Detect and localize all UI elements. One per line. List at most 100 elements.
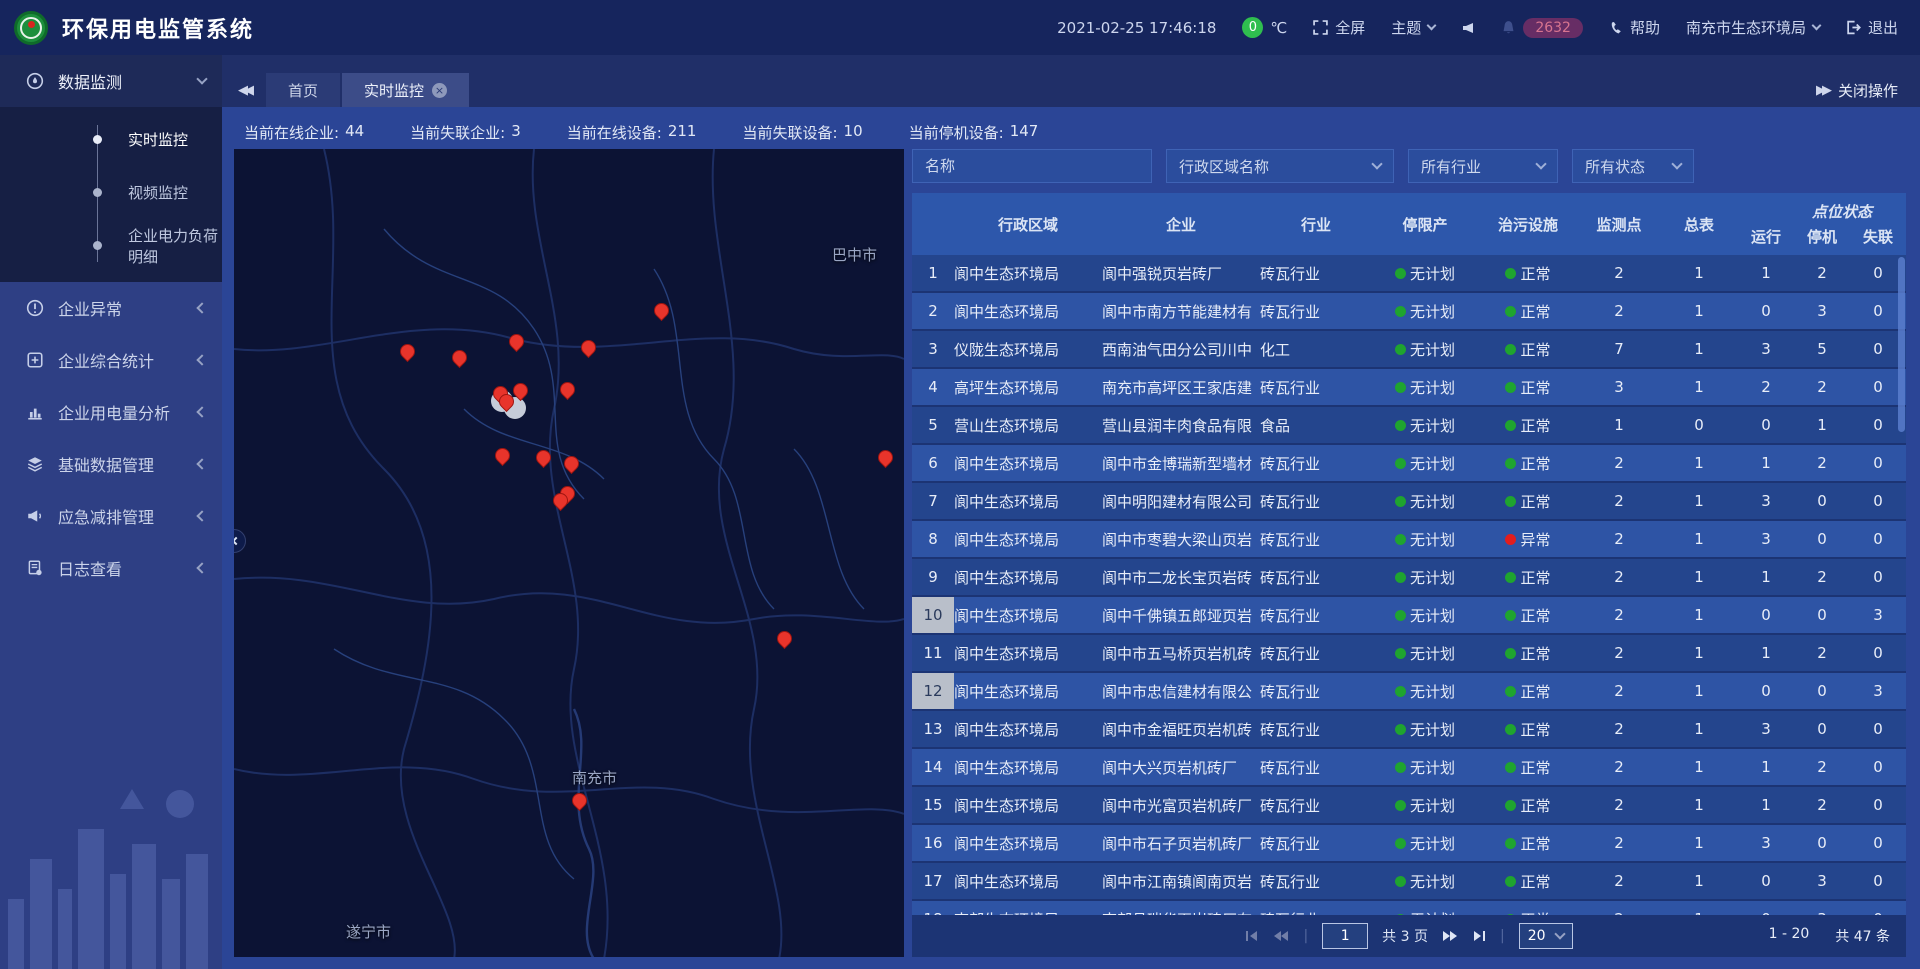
row-number: 2 — [912, 293, 954, 329]
cell-meters: 1 — [1660, 302, 1738, 320]
status-text: 正常 — [1520, 415, 1550, 436]
help-button[interactable]: 帮助 — [1609, 17, 1660, 38]
theme-menu[interactable]: 主题 — [1391, 17, 1435, 38]
cell-facility: 正常 — [1478, 757, 1578, 778]
tab-home[interactable]: 首页 — [266, 73, 340, 107]
sidebar-item-label: 企业用电量分析 — [58, 400, 198, 424]
table-row[interactable]: 3仪陇生态环境局西南油气田分公司川中化工无计划正常71350 — [912, 331, 1906, 369]
cell-seq: 18 — [912, 901, 954, 915]
cell-run: 0 — [1738, 302, 1794, 320]
next-page-button[interactable] — [1442, 930, 1458, 942]
row-number: 18 — [912, 901, 954, 915]
cell-lost: 0 — [1850, 454, 1906, 472]
tab-realtime-monitor[interactable]: 实时监控 × — [342, 73, 469, 107]
table-row[interactable]: 16阆中生态环境局阆中市石子页岩机砖厂砖瓦行业无计划正常21300 — [912, 825, 1906, 863]
table-row[interactable]: 6阆中生态环境局阆中市金博瑞新型墙材砖瓦行业无计划正常21120 — [912, 445, 1906, 483]
cell-stop: 0 — [1794, 682, 1850, 700]
row-number: 5 — [912, 407, 954, 443]
column-header-limit: 停限产 — [1372, 214, 1478, 235]
cell-points: 3 — [1578, 378, 1660, 396]
sidebar-item-log-view[interactable]: 日志查看 — [0, 542, 222, 594]
table-row[interactable]: 13阆中生态环境局阆中市金福旺页岩机砖砖瓦行业无计划正常21300 — [912, 711, 1906, 749]
cell-limit: 无计划 — [1372, 339, 1478, 360]
sidebar-item-power-analysis[interactable]: 企业用电量分析 — [0, 386, 222, 438]
cell-run: 2 — [1738, 378, 1794, 396]
sidebar-item-data-monitor[interactable]: 数据监测 — [0, 55, 222, 107]
table-row[interactable]: 1阆中生态环境局阆中强锐页岩砖厂砖瓦行业无计划正常21120 — [912, 255, 1906, 293]
last-page-button[interactable] — [1472, 930, 1486, 942]
sidebar-item-emergency-reduction[interactable]: 应急减排管理 — [0, 490, 222, 542]
cell-meters: 1 — [1660, 872, 1738, 890]
page-number-input[interactable]: 1 — [1322, 923, 1368, 949]
table-row[interactable]: 8阆中生态环境局阆中市枣碧大梁山页岩砖瓦行业无计划异常21300 — [912, 521, 1906, 559]
table-row[interactable]: 11阆中生态环境局阆中市五马桥页岩机砖砖瓦行业无计划正常21120 — [912, 635, 1906, 673]
table-row[interactable]: 9阆中生态环境局阆中市二龙长宝页岩砖砖瓦行业无计划正常21120 — [912, 559, 1906, 597]
cell-region: 阆中生态环境局 — [954, 491, 1102, 512]
cell-meters: 1 — [1660, 758, 1738, 776]
status-dot-icon — [1395, 496, 1406, 507]
prev-page-button[interactable] — [1273, 930, 1289, 942]
cell-company: 阆中市忠信建材有限公 — [1102, 681, 1260, 702]
cell-industry: 砖瓦行业 — [1260, 529, 1372, 550]
table-row[interactable]: 2阆中生态环境局阆中市南方节能建材有砖瓦行业无计划正常21030 — [912, 293, 1906, 331]
table-row[interactable]: 7阆中生态环境局阆中明阳建材有限公司砖瓦行业无计划正常21300 — [912, 483, 1906, 521]
sidebar-item-base-data[interactable]: 基础数据管理 — [0, 438, 222, 490]
sidebar-item-enterprise-abnormal[interactable]: 企业异常 — [0, 282, 222, 334]
page-size-select[interactable]: 20 — [1519, 923, 1573, 949]
status-text: 正常 — [1520, 339, 1550, 360]
table-row[interactable]: 4高坪生态环境局南充市高坪区王家店建砖瓦行业无计划正常31220 — [912, 369, 1906, 407]
status-select[interactable]: 所有状态 — [1572, 149, 1694, 183]
org-label: 南充市生态环境局 — [1686, 17, 1806, 38]
vertical-scrollbar[interactable] — [1898, 257, 1905, 432]
fullscreen-button[interactable]: 全屏 — [1313, 17, 1365, 38]
cell-limit: 无计划 — [1372, 377, 1478, 398]
status-dot-icon — [1505, 572, 1516, 583]
close-operations-button[interactable]: ▶▶ 关闭操作 — [1794, 73, 1920, 107]
industry-select[interactable]: 所有行业 — [1408, 149, 1558, 183]
stat-stopped-devices: 当前停机设备:147 — [909, 122, 1039, 143]
region-select[interactable]: 行政区域名称 — [1166, 149, 1394, 183]
tab-close-icon[interactable]: × — [432, 83, 447, 98]
sidebar-item-video-monitor[interactable]: 视频监控 — [0, 166, 222, 219]
status-dot-icon — [1505, 800, 1516, 811]
table-row[interactable]: 18南部生态环境局南部县瑞华页岩砖厂有砖瓦行业无计划正常21030 — [912, 901, 1906, 915]
cell-region: 阆中生态环境局 — [954, 453, 1102, 474]
cell-stop: 0 — [1794, 720, 1850, 738]
status-dot-icon — [1505, 610, 1516, 621]
logout-button[interactable]: 退出 — [1846, 17, 1898, 38]
org-menu[interactable]: 南充市生态环境局 — [1686, 17, 1820, 38]
cell-meters: 1 — [1660, 492, 1738, 510]
cell-facility: 正常 — [1478, 795, 1578, 816]
megaphone-icon — [26, 507, 44, 525]
chevron-down-icon — [1371, 158, 1382, 169]
notifications[interactable]: 2632 — [1501, 18, 1583, 38]
sound-toggle[interactable] — [1461, 21, 1475, 35]
name-search-input[interactable] — [912, 149, 1152, 183]
tabs-scroll-left-button[interactable]: ◀◀ — [222, 73, 266, 107]
cell-company: 阆中市江南镇阆南页岩 — [1102, 871, 1260, 892]
phone-icon — [1609, 21, 1623, 35]
bar-chart-icon — [26, 403, 44, 421]
column-header-run: 运行 — [1738, 226, 1794, 255]
table-row[interactable]: 12阆中生态环境局阆中市忠信建材有限公砖瓦行业无计划正常21003 — [912, 673, 1906, 711]
cell-company: 阆中市金博瑞新型墙材 — [1102, 453, 1260, 474]
first-page-button[interactable] — [1245, 930, 1259, 942]
temperature-unit: ℃ — [1270, 19, 1287, 37]
top-header: 环保用电监管系统 2021-02-25 17:46:18 0 ℃ 全屏 主题 2… — [0, 0, 1920, 55]
status-text: 无计划 — [1410, 871, 1455, 892]
table-row[interactable]: 10阆中生态环境局阆中千佛镇五郎垭页岩砖瓦行业无计划正常21003 — [912, 597, 1906, 635]
table-row[interactable]: 14阆中生态环境局阆中大兴页岩机砖厂砖瓦行业无计划正常21120 — [912, 749, 1906, 787]
sidebar-item-enterprise-statistics[interactable]: 企业综合统计 — [0, 334, 222, 386]
map-panel[interactable]: 巴中市南充市遂宁市 — [234, 149, 904, 957]
sidebar-item-power-load-detail[interactable]: 企业电力负荷明细 — [0, 219, 222, 272]
cell-company: 阆中市二龙长宝页岩砖 — [1102, 567, 1260, 588]
cell-facility: 正常 — [1478, 871, 1578, 892]
sidebar-item-realtime-monitor[interactable]: 实时监控 — [0, 113, 222, 166]
cell-lost: 0 — [1850, 644, 1906, 662]
table-row[interactable]: 15阆中生态环境局阆中市光富页岩机砖厂砖瓦行业无计划正常21120 — [912, 787, 1906, 825]
table-row[interactable]: 5营山生态环境局营山县润丰肉食品有限食品无计划正常10010 — [912, 407, 1906, 445]
cell-seq: 5 — [912, 407, 954, 443]
status-dot-icon — [1505, 724, 1516, 735]
table-row[interactable]: 17阆中生态环境局阆中市江南镇阆南页岩砖瓦行业无计划正常21030 — [912, 863, 1906, 901]
cell-stop: 2 — [1794, 378, 1850, 396]
